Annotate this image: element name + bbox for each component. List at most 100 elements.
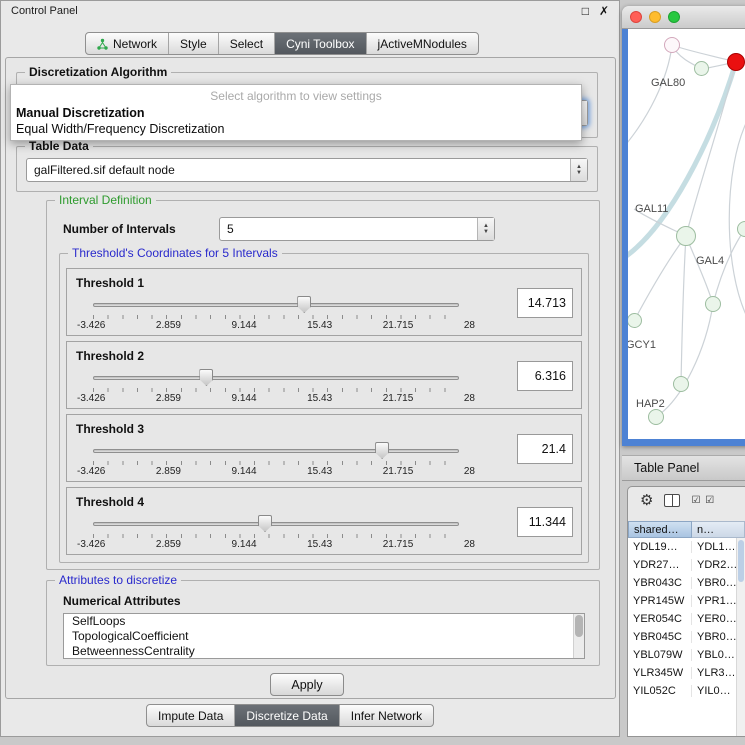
dropdown-option-equal-width-frequency[interactable]: Equal Width/Frequency Discretization [11,121,581,137]
network-canvas[interactable]: GAL80 GAL11 GAL4 GCY1 HAP2 [628,29,745,439]
node-label: GAL80 [651,77,685,89]
scale-label: 2.859 [156,393,181,404]
table-row[interactable]: YPR145W YPR1… [628,592,745,610]
table-row[interactable]: YER054C YER0… [628,610,745,628]
table-row[interactable]: YIL052C YIL0… [628,682,745,700]
table-row[interactable]: YBR045C YBR0… [628,628,745,646]
apply-button[interactable]: Apply [270,673,344,696]
number-of-intervals-combo[interactable]: 5 ▲ ▼ [219,217,495,241]
cell-shared-name: YBR043C [628,577,692,589]
threshold-value-field[interactable]: 14.713 [517,288,573,318]
table-data-combo[interactable]: galFiltered.sif default node ▲ ▼ [26,158,588,182]
threshold-value-field[interactable]: 11.344 [517,507,573,537]
tab-impute-data[interactable]: Impute Data [147,705,235,726]
node-label: GCY1 [628,339,656,351]
network-node[interactable] [673,376,689,392]
tab-label: jActiveMNodules [378,37,467,51]
node-label: GAL11 [635,203,668,215]
threshold-slider[interactable] [93,295,459,313]
tab-discretize-data[interactable]: Discretize Data [235,705,339,726]
cell-shared-name: YDR27… [628,559,692,571]
attributes-group: Attributes to discretize Numerical Attri… [46,580,600,666]
gear-icon[interactable]: ⚙ [640,493,653,508]
network-node[interactable] [705,296,721,312]
dropdown-option-manual-discretization[interactable]: Manual Discretization [11,105,581,121]
tab-label: Network [113,37,157,51]
slider-track[interactable] [93,376,459,380]
tab-select[interactable]: Select [219,33,275,54]
column-header-name[interactable]: n… [692,521,745,538]
threshold-value-field[interactable]: 6.316 [517,361,573,391]
tab-jactivemodules[interactable]: jActiveMNodules [367,33,478,54]
table-row[interactable]: YBL079W YBL0… [628,646,745,664]
scale-label: 2.859 [156,539,181,550]
list-item[interactable]: TopologicalCoefficient [64,629,584,644]
list-item[interactable]: SelfLoops [64,614,584,629]
table-header-row: shared… n… [628,521,745,538]
table-scrollbar-thumb[interactable] [738,540,744,582]
scale-label: 15.43 [307,320,332,331]
list-item[interactable]: BetweennessCentrality [64,644,584,659]
columns-icon[interactable] [664,494,680,507]
network-node[interactable] [694,61,709,76]
slider-track[interactable] [93,303,459,307]
scale-label: -3.426 [77,466,105,477]
threshold-panel-3: Threshold 3 -3.426 2.859 9.144 15.43 21.… [66,414,582,482]
threshold-panel-4: Threshold 4 -3.426 2.859 9.144 15.43 21.… [66,487,582,555]
slider-scale: -3.426 2.859 9.144 15.43 21.715 28 [77,320,475,331]
scale-label: 9.144 [232,320,257,331]
network-node[interactable] [664,37,680,53]
column-header-shared[interactable]: shared… [628,521,692,538]
float-icon[interactable]: □ [582,4,589,18]
zoom-traffic-light-icon[interactable] [668,11,680,23]
table-row[interactable]: YBR043C YBR0… [628,574,745,592]
tab-infer-network[interactable]: Infer Network [340,705,433,726]
tab-network[interactable]: Network [86,33,169,54]
table-row[interactable]: YDR27… YDR2… [628,556,745,574]
stepper-icon[interactable]: ▲ ▼ [570,159,587,181]
tab-style[interactable]: Style [169,33,219,54]
close-traffic-light-icon[interactable] [630,11,642,23]
threshold-slider[interactable] [93,441,459,459]
scale-label: 9.144 [232,539,257,550]
slider-thumb[interactable] [258,515,272,532]
checkbox-icons[interactable]: ☑ ☑ [691,495,715,506]
threshold-label: Threshold 2 [76,349,144,363]
node-label: HAP2 [636,398,665,410]
bottom-tabstrip: Impute Data Discretize Data Infer Networ… [146,704,434,727]
network-node[interactable] [648,409,664,425]
threshold-slider[interactable] [93,368,459,386]
tab-cyni-toolbox[interactable]: Cyni Toolbox [275,33,366,54]
minimize-traffic-light-icon[interactable] [649,11,661,23]
threshold-value-field[interactable]: 21.4 [517,434,573,464]
cell-shared-name: YBR045C [628,631,692,643]
table-row[interactable]: YDL19… YDL1… [628,538,745,556]
table-panel-title: Table Panel [634,461,699,475]
table-scrollbar[interactable] [736,538,745,736]
threshold-slider[interactable] [93,514,459,532]
network-view-frame: GAL80 GAL11 GAL4 GCY1 HAP2 [622,29,745,446]
cell-shared-name: YLR345W [628,667,692,679]
slider-track[interactable] [93,449,459,453]
slider-thumb[interactable] [199,369,213,386]
cell-shared-name: YPR145W [628,595,692,607]
scale-label: -3.426 [77,539,105,550]
stepper-icon[interactable]: ▲ ▼ [477,218,494,240]
scale-label: 21.715 [383,539,414,550]
network-node-selected[interactable] [727,53,745,71]
dropdown-placeholder-item[interactable]: Select algorithm to view settings [11,85,581,105]
slider-thumb[interactable] [375,442,389,459]
window-buttons: □ ✗ [582,4,609,18]
slider-ticks [93,534,459,538]
numerical-attributes-list: SelfLoops TopologicalCoefficient Between… [63,613,585,659]
list-scrollbar-thumb[interactable] [575,615,583,637]
stepper-down-icon: ▼ [483,229,489,235]
scale-label: 28 [464,539,475,550]
list-scrollbar[interactable] [573,614,584,658]
network-node[interactable] [676,226,696,246]
close-icon[interactable]: ✗ [599,4,609,18]
table-row[interactable]: YLR345W YLR3… [628,664,745,682]
thresholds-group-title: Threshold's Coordinates for 5 Intervals [68,246,282,260]
slider-thumb[interactable] [297,296,311,313]
slider-track[interactable] [93,522,459,526]
